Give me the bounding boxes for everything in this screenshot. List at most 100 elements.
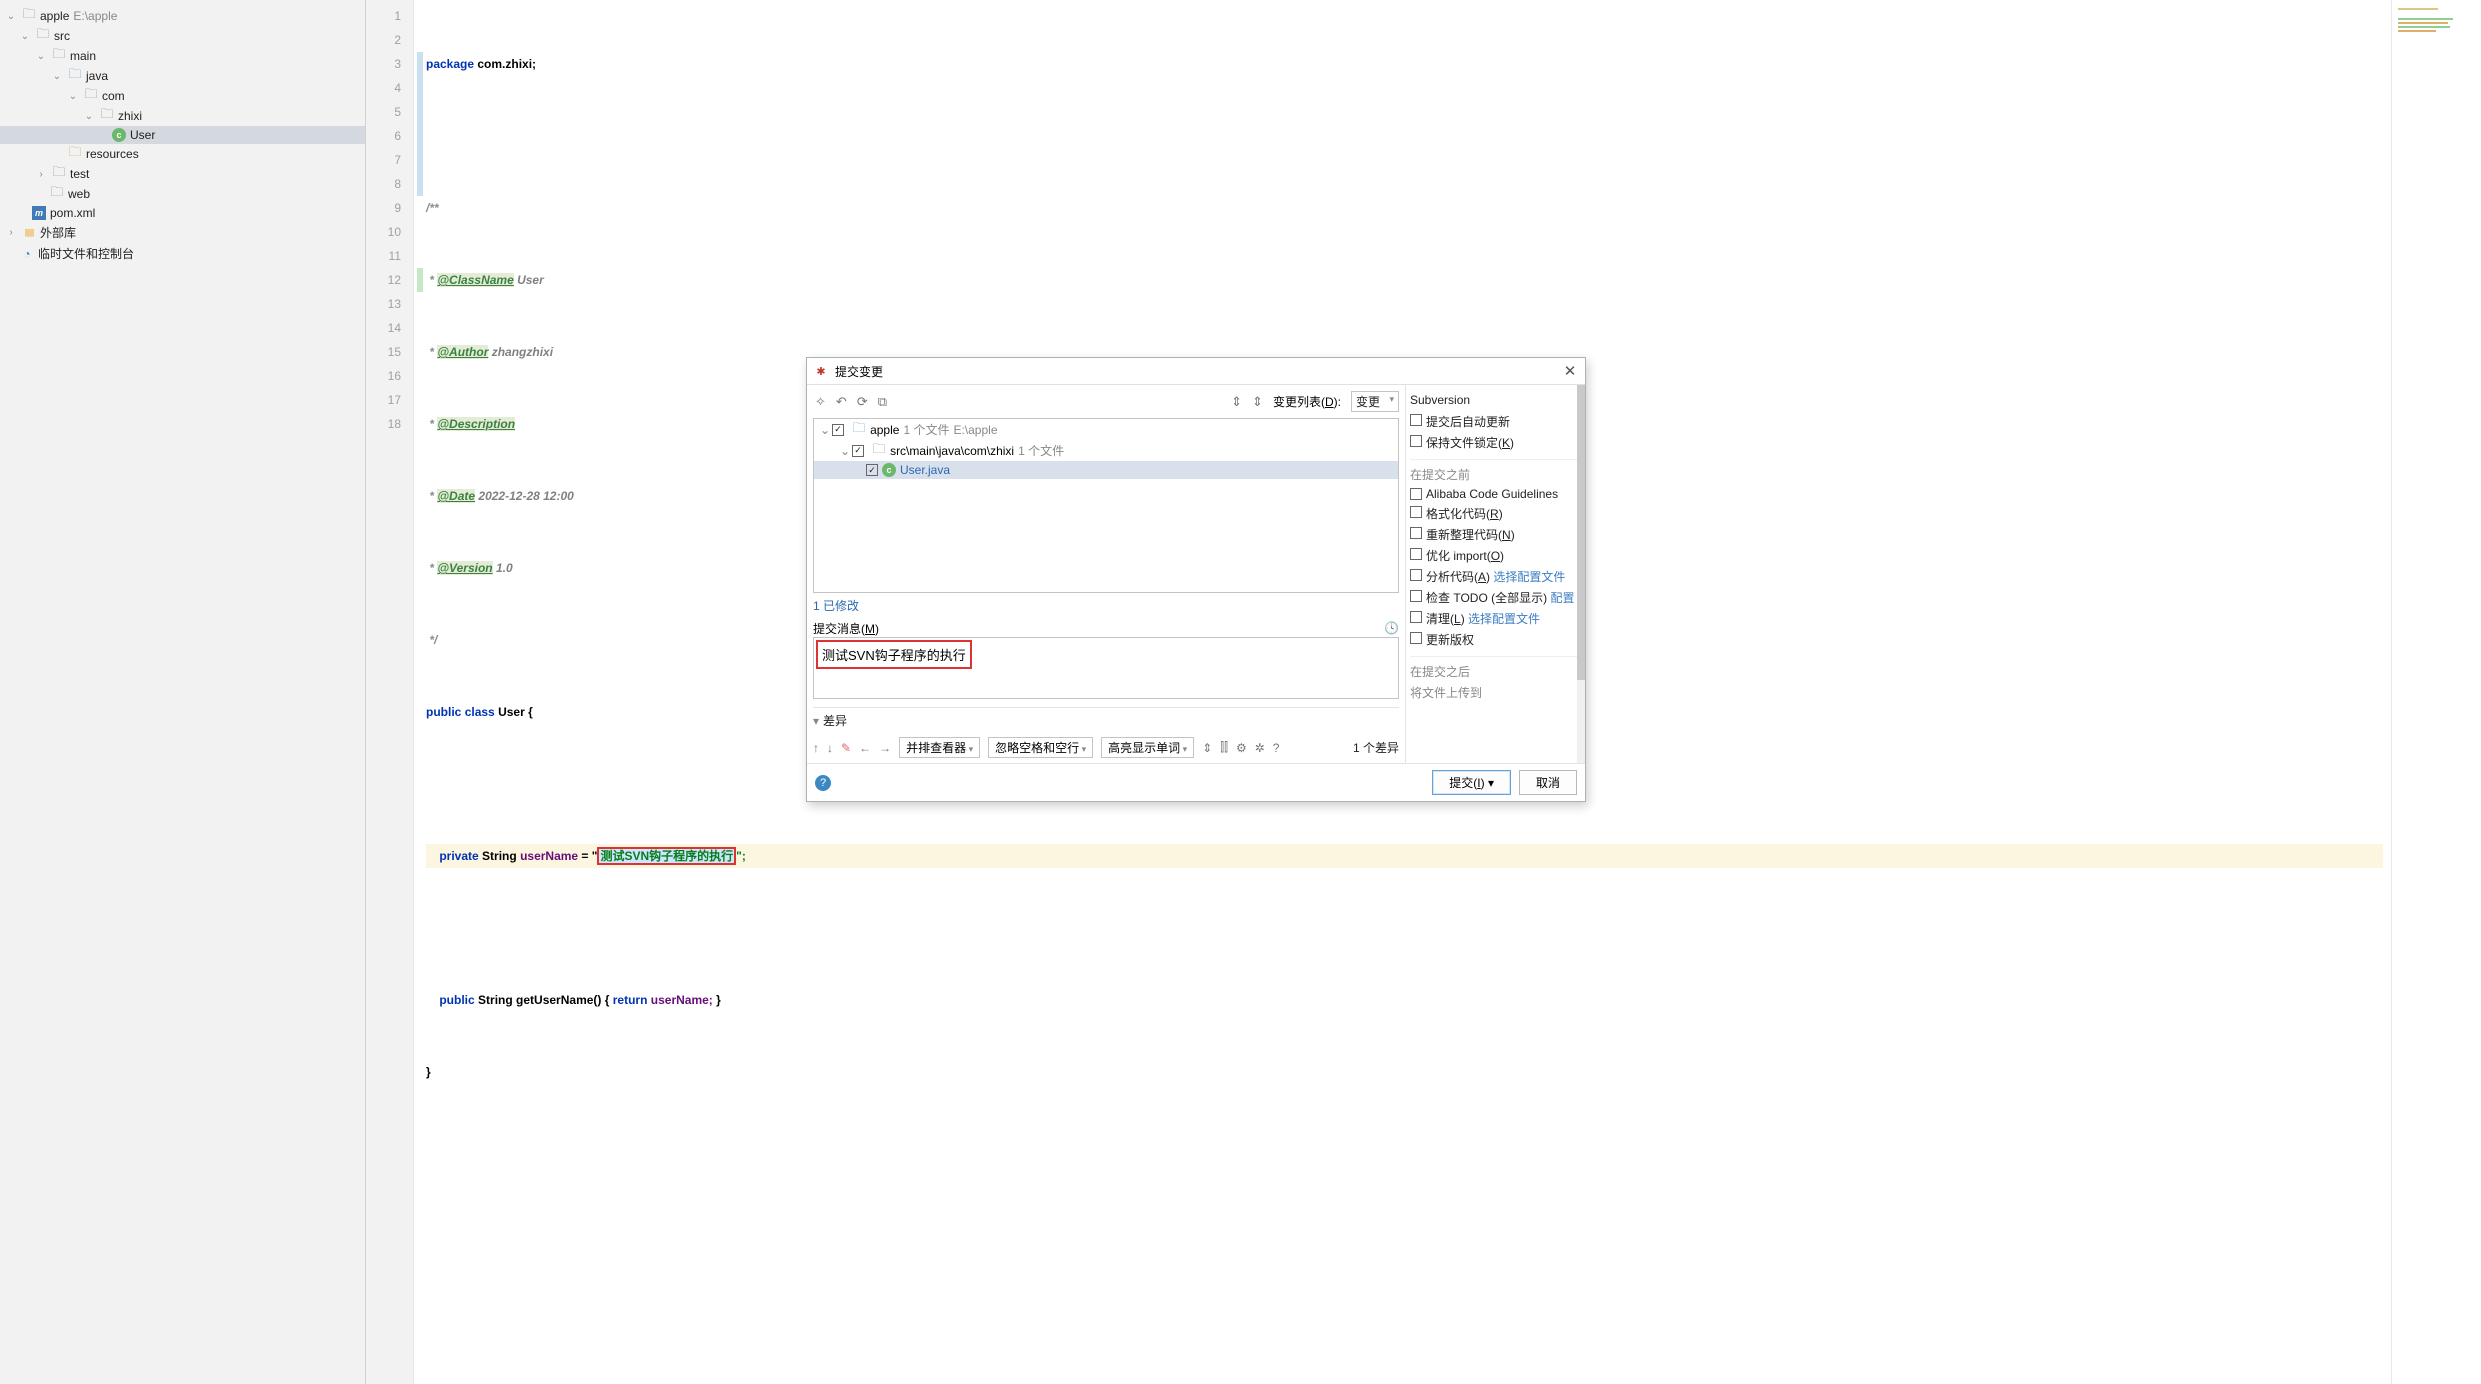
collapse-unchanged-icon[interactable]: ⇕ [1202,741,1212,755]
checkbox[interactable]: ✓ [832,424,844,436]
project-tree[interactable]: ⌄ apple E:\apple ⌄ src ⌄ main ⌄ java ⌄ c… [0,0,366,1384]
minimap-strip[interactable] [2391,0,2481,1384]
chk-keep-locks[interactable]: 保持文件锁定(K) [1410,432,1581,453]
checkbox[interactable] [1410,488,1422,500]
tree-scratch[interactable]: 临时文件和控制台 [0,243,365,264]
chk-reformat[interactable]: 格式化代码(R) [1410,503,1581,524]
history-icon[interactable]: 🕓 [1384,621,1399,635]
ft-root[interactable]: ⌄ ✓ apple 1 个文件 E:\apple [814,419,1398,440]
forward-icon[interactable]: → [879,741,891,755]
diff-icon[interactable]: ⧉ [878,394,887,410]
help-icon[interactable]: ? [1273,741,1280,755]
chk-todo[interactable]: 检查 TODO (全部显示) 配置 [1410,587,1581,608]
line-number: 7 [366,148,401,172]
class-icon: c [112,128,126,142]
cleanup-config-link[interactable]: 选择配置文件 [1468,612,1540,626]
diff-toolbar: ↑ ↓ ✎ ← → 并排查看器 忽略空格和空行 高亮显示单词 ⇕ ⫿⫿ ⚙ ✲ … [813,729,1399,760]
chk-auto-update[interactable]: 提交后自动更新 [1410,411,1581,432]
tree-root[interactable]: ⌄ apple E:\apple [0,6,365,26]
commit-message-input[interactable]: 测试SVN钩子程序的执行 [813,637,1399,699]
chk-rearrange[interactable]: 重新整理代码(N) [1410,524,1581,545]
class-icon: c [882,463,896,477]
commit-button[interactable]: 提交(I) ▾ [1432,770,1511,795]
highlight-mode-select[interactable]: 高亮显示单词 [1101,737,1194,758]
commit-file-tree[interactable]: ⌄ ✓ apple 1 个文件 E:\apple ⌄ ✓ src\main\ja… [813,418,1399,593]
edit-icon[interactable]: ✎ [841,741,851,755]
editor-column: 1 2 3 4 5 6 7 8 9 10 11 12 13 14 15 16 1… [366,0,2481,1384]
chk-copyright[interactable]: 更新版权 [1410,629,1581,650]
chk-analyze[interactable]: 分析代码(A) 选择配置文件 [1410,566,1581,587]
prev-diff-icon[interactable]: ↑ [813,741,819,755]
folder-icon [51,166,67,182]
chevron-down-icon[interactable]: ⌄ [4,11,18,22]
close-icon[interactable]: ✕ [1561,362,1579,380]
commit-icon: ✱ [813,363,829,379]
changelist-select[interactable]: 变更 [1351,391,1399,412]
line-number: 11 [366,244,401,268]
chevron-down-icon[interactable]: ⌄ [840,444,850,458]
undo-icon[interactable]: ↶ [836,394,847,410]
sync-scroll-icon[interactable]: ⫿⫿ [1220,740,1228,755]
checkbox[interactable] [1410,527,1422,539]
checkbox[interactable] [1410,590,1422,602]
gear-icon[interactable]: ✲ [1255,741,1265,755]
ignore-whitespace-select[interactable]: 忽略空格和空行 [988,737,1093,758]
chk-optimize[interactable]: 优化 import(O) [1410,545,1581,566]
viewer-mode-select[interactable]: 并排查看器 [899,737,980,758]
dialog-titlebar[interactable]: ✱ 提交变更 ✕ [807,358,1585,385]
chk-alibaba[interactable]: Alibaba Code Guidelines [1410,485,1581,503]
checkbox[interactable] [1410,435,1422,447]
group-by-icon[interactable]: ✧ [815,394,826,410]
line-number: 10 [366,220,401,244]
settings-icon[interactable]: ⚙ [1236,741,1247,755]
diff-count: 1 个差异 [1353,739,1399,756]
dialog-title: 提交变更 [835,363,883,380]
checkbox[interactable] [1410,611,1422,623]
tree-test[interactable]: › test [0,164,365,184]
ft-path[interactable]: ⌄ ✓ src\main\java\com\zhixi 1 个文件 [814,440,1398,461]
checkbox[interactable]: ✓ [866,464,878,476]
checkbox[interactable] [1410,548,1422,560]
collapse-icon[interactable]: ⇕ [1252,394,1263,410]
chevron-down-icon[interactable]: ⌄ [66,91,80,102]
tree-web[interactable]: web [0,184,365,204]
chevron-down-icon[interactable]: ⌄ [820,423,830,437]
chevron-down-icon[interactable]: ▾ [813,714,819,728]
tree-main[interactable]: ⌄ main [0,46,365,66]
scrollbar[interactable] [1577,385,1585,763]
analyze-config-link[interactable]: 选择配置文件 [1493,570,1565,584]
refresh-icon[interactable]: ⟳ [857,394,868,410]
chevron-down-icon[interactable]: ⌄ [34,51,48,62]
expand-icon[interactable]: ⇕ [1231,394,1242,410]
tree-pom[interactable]: m pom.xml [0,204,365,222]
checkbox[interactable] [1410,414,1422,426]
tree-java[interactable]: ⌄ java [0,66,365,86]
chevron-down-icon[interactable]: ⌄ [82,111,96,122]
tree-external-libs[interactable]: › 外部库 [0,222,365,243]
tree-src[interactable]: ⌄ src [0,26,365,46]
chk-cleanup[interactable]: 清理(L) 选择配置文件 [1410,608,1581,629]
checkbox[interactable]: ✓ [852,445,864,457]
chevron-down-icon[interactable]: ⌄ [50,71,64,82]
checkbox[interactable] [1410,506,1422,518]
back-icon[interactable]: ← [859,741,871,755]
tree-zhixi[interactable]: ⌄ zhixi [0,106,365,126]
chevron-down-icon[interactable]: ⌄ [18,31,32,42]
source-folder-icon [67,68,83,84]
help-icon[interactable]: ? [815,775,831,791]
ft-file[interactable]: ✓ c User.java [814,461,1398,479]
tree-com[interactable]: ⌄ com [0,86,365,106]
checkbox[interactable] [1410,632,1422,644]
chevron-right-icon[interactable]: › [4,227,18,238]
checkbox[interactable] [1410,569,1422,581]
cancel-button[interactable]: 取消 [1519,770,1577,795]
dialog-footer: ? 提交(I) ▾ 取消 [807,763,1585,801]
after-commit-header: 在提交之后 [1410,656,1581,682]
folder-icon [49,186,65,202]
tree-resources[interactable]: resources [0,144,365,164]
next-diff-icon[interactable]: ↓ [827,741,833,755]
chevron-right-icon[interactable]: › [34,169,48,180]
tree-user-file[interactable]: c User [0,126,365,144]
todo-config-link[interactable]: 配置 [1550,591,1574,605]
scrollbar-thumb[interactable] [1577,385,1585,680]
